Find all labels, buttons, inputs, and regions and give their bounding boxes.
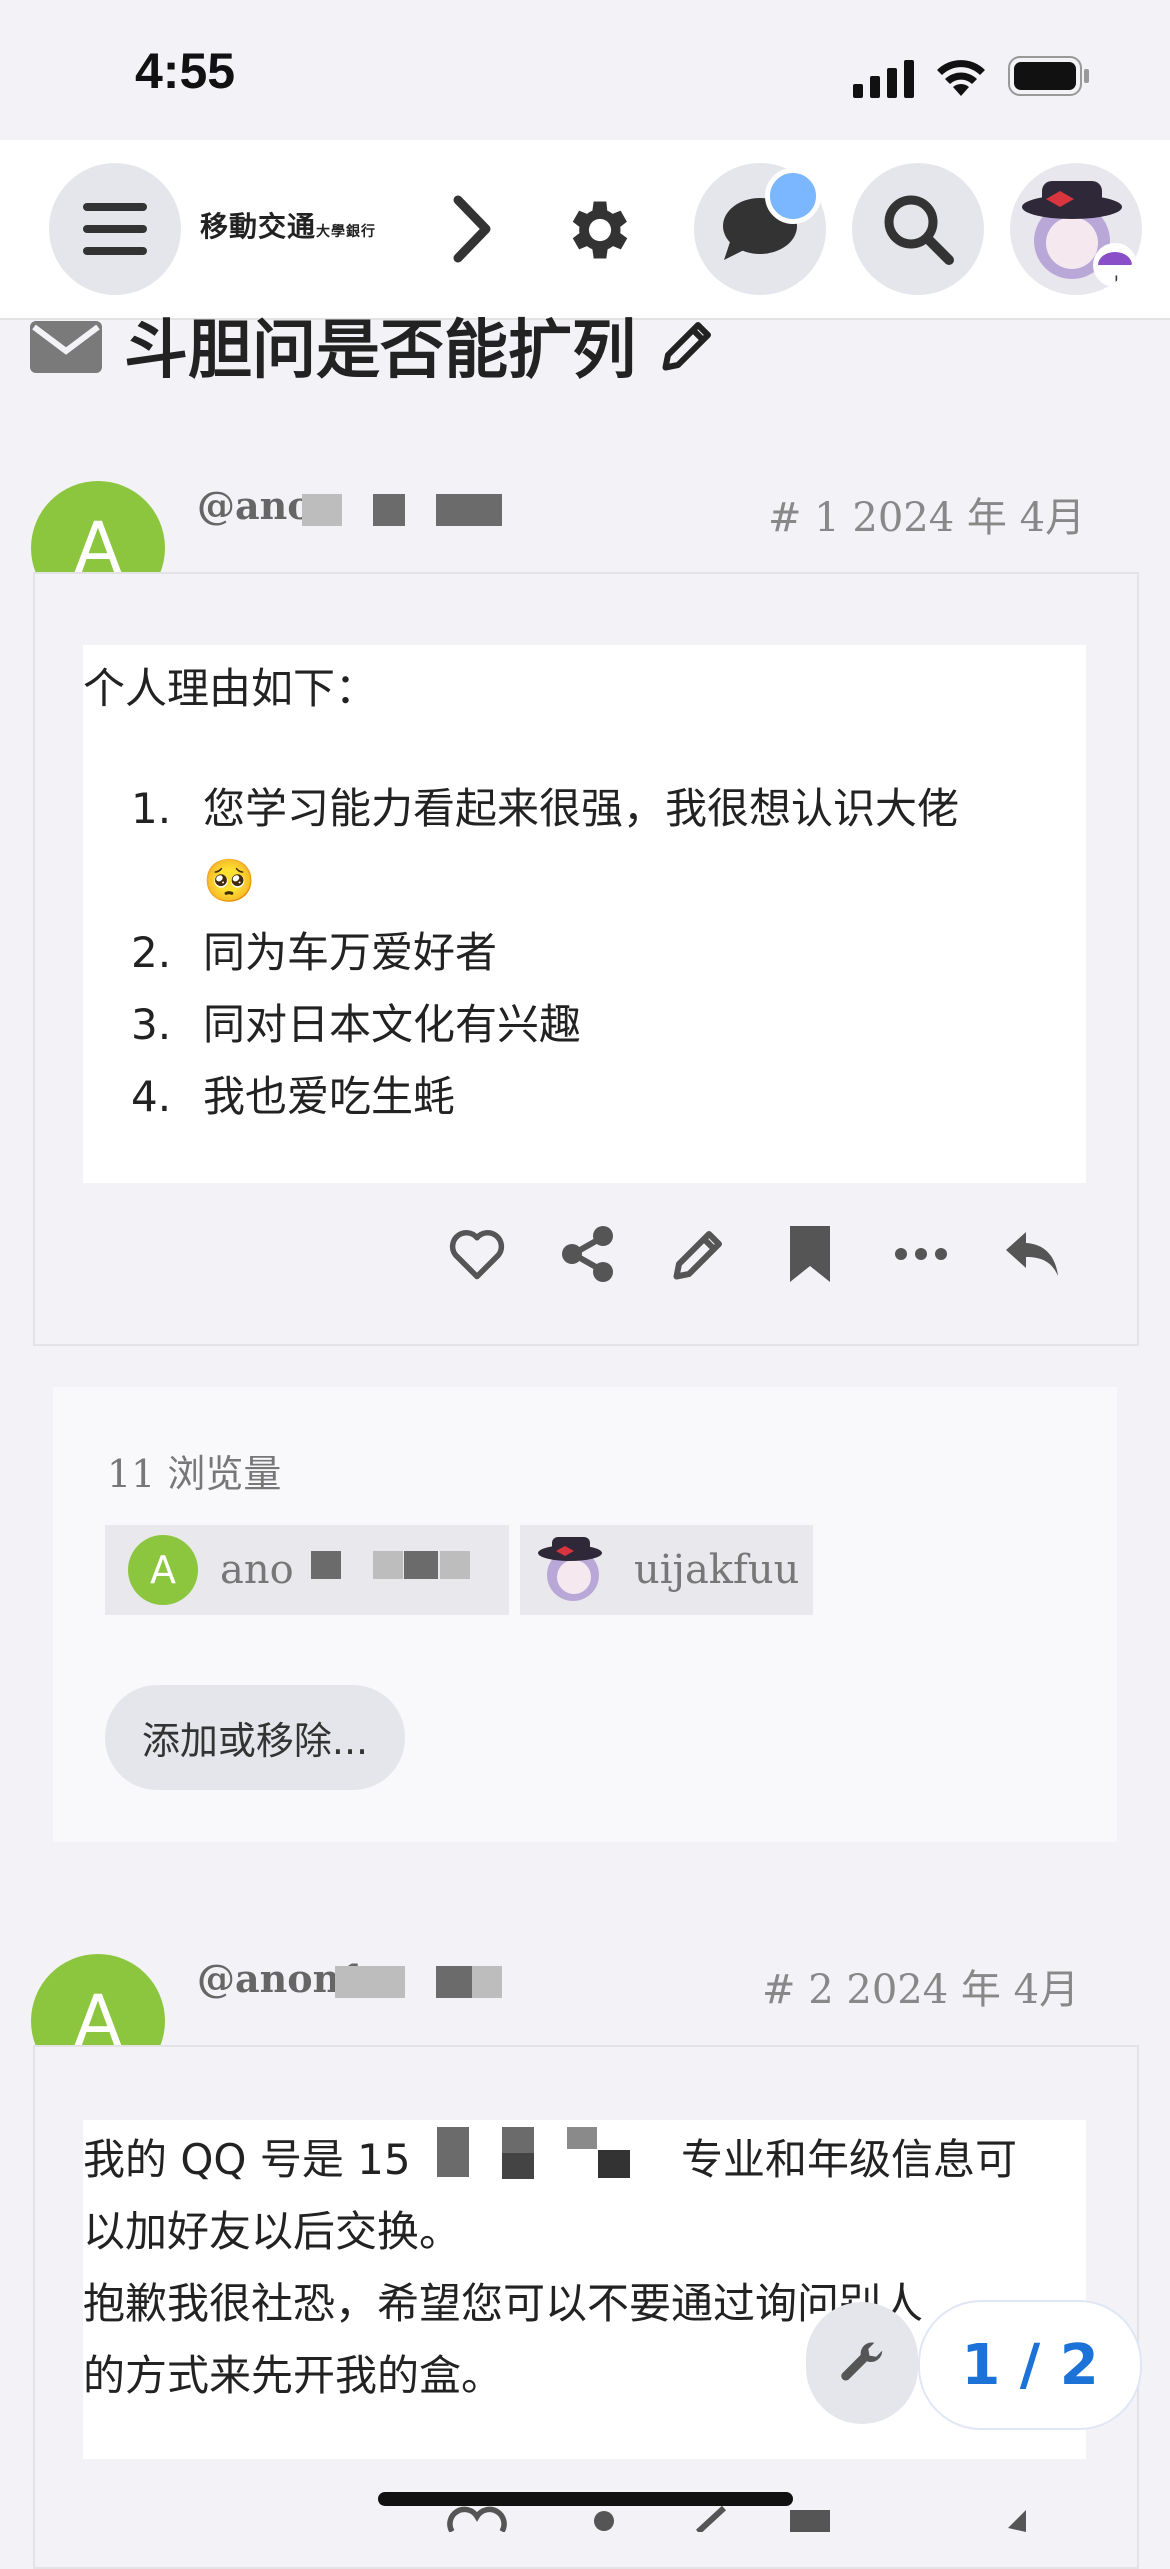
redaction-mosaic [311,1551,341,1579]
admin-tools-button[interactable] [806,2302,918,2424]
wrench-icon [841,2342,883,2381]
notification-dot [765,168,821,224]
more-actions-button[interactable] [889,1222,953,1286]
logo-subtext: 大學銀行 [316,224,377,240]
post-1-body: 个人理由如下： 1. 您学习能力看起来很强，我很想认识大佬 🥺 2. 同为车万爱好者 … [83,645,1086,1183]
viewer-avatar [538,1537,602,1601]
redaction-mosaic [437,2127,469,2177]
status-time: 4:55 [135,43,236,99]
post-date[interactable]: 2024 年 4月 [846,1967,1079,2013]
reply-arrow-icon[interactable] [1002,2506,1062,2532]
viewer-name: ano [220,1547,294,1593]
edit-title-pencil-icon[interactable] [658,315,718,375]
post-intro: 个人理由如下： [83,664,378,713]
chevron-right-icon[interactable] [450,194,494,264]
like-button[interactable] [445,1222,509,1286]
redaction-mosaic [502,2153,534,2179]
redaction-mosaic [436,1966,472,1998]
list-item: 4. 我也爱吃生蚝 [131,1072,456,1121]
status-bar: 4:55 [0,0,1170,140]
topic-title-row: 斗胆问是否能扩列 [30,305,718,388]
viewer-chip[interactable]: uijakfuu [520,1525,813,1615]
post-number[interactable]: # 1 [768,495,840,541]
redaction-mosaic [472,1966,502,1998]
list-item: 3. 同对日本文化有兴趣 [131,1000,582,1049]
heart-icon [449,1230,505,1280]
share-icon [562,1226,613,1282]
pencil-icon [673,1231,722,1280]
hamburger-icon [83,203,147,255]
gear-icon[interactable] [562,192,638,268]
redaction-mosaic [404,1551,438,1579]
post-text-qq: 我的 QQ 号是 15 [83,2135,411,2184]
pleading-face-emoji: 🥺 [203,856,256,905]
envelope-icon [30,321,102,373]
home-indicator [378,2492,793,2506]
search-icon [884,195,954,265]
ellipsis-icon [895,1248,947,1260]
redaction-mosaic [373,494,405,526]
search-button[interactable] [852,163,984,295]
post-line: 以加好友以后交换。 [83,2207,462,2256]
edit-post-button[interactable] [667,1222,731,1286]
battery-icon [1008,56,1089,96]
heart-icon[interactable] [447,2506,507,2532]
logo-text: 移動交通 [200,210,317,243]
post-meta: # 2 2024 年 4月 [762,1957,1079,2015]
bookmark-icon [790,1226,830,1282]
viewer-name: uijakfuu [634,1547,800,1593]
post-number[interactable]: # 2 [762,1967,834,2013]
redaction-mosaic [598,2150,630,2178]
hamburger-menu-button[interactable] [49,163,181,295]
pencil-icon[interactable] [668,2506,728,2532]
list-item: 2. 同为车万爱好者 [131,928,498,977]
bookmark-icon[interactable] [788,2508,832,2532]
cellular-signal-icon [853,60,914,98]
redaction-mosaic [302,494,342,526]
views-count: 11 浏览量 [107,1452,282,1496]
wifi-icon [937,60,985,96]
topic-title: 斗胆问是否能扩列 [124,314,636,388]
post-date[interactable]: 2024 年 4月 [852,495,1085,541]
post-meta: # 1 2024 年 4月 [768,485,1085,543]
post-text-major: 专业和年级信息可 [681,2135,1018,2184]
post-progress-counter[interactable]: 1 / 2 [918,2300,1142,2430]
user-avatar-button[interactable]: J [1010,163,1142,295]
reply-arrow-icon [1006,1232,1058,1276]
share-button[interactable] [556,1222,620,1286]
redaction-mosaic [567,2127,597,2149]
share-icon[interactable] [560,2510,618,2532]
redaction-mosaic [440,1551,470,1579]
reasons-list: 1. 您学习能力看起来很强，我很想认识大佬 🥺 2. 同为车万爱好者 3. 同对日本文化… [83,773,1086,1133]
list-item: 1. 您学习能力看起来很强，我很想认识大佬 🥺 [131,784,960,905]
bookmark-button[interactable] [778,1222,842,1286]
viewer-avatar: A [128,1535,198,1605]
redaction-mosaic [502,2127,534,2153]
redaction-mosaic [436,494,502,526]
user-avatar-icon: J [1022,181,1137,291]
reply-button[interactable] [1000,1222,1064,1286]
add-remove-viewers-button[interactable]: 添加或移除... [105,1685,405,1790]
redaction-mosaic [373,1551,403,1579]
redaction-mosaic [335,1966,405,1998]
site-logo[interactable]: 移動交通大學銀行 [200,205,376,245]
